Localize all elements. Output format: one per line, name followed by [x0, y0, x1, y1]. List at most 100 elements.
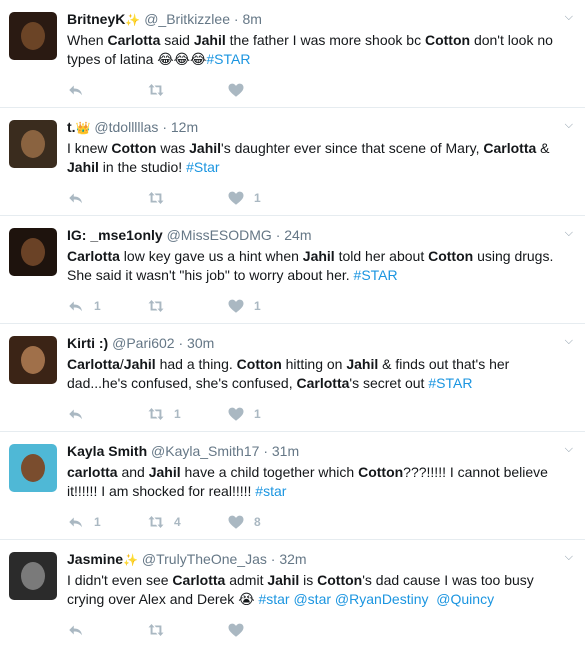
like-count: 1 — [254, 299, 261, 313]
text-segment: admit — [225, 572, 268, 588]
display-name[interactable]: Kirti :) — [67, 335, 108, 351]
retweet-button[interactable]: 4 — [147, 513, 227, 531]
reply-button[interactable] — [67, 189, 147, 207]
mention-link[interactable]: @Quincy — [436, 591, 494, 607]
tweet[interactable]: BritneyK✨ @_Britkizzlee · 8m ⌵ When Carl… — [0, 0, 585, 108]
like-button[interactable]: 1 — [227, 297, 307, 315]
avatar-face — [21, 454, 45, 482]
retweet-icon — [148, 624, 164, 636]
chevron-down-icon[interactable]: ⌵ — [565, 442, 573, 456]
user-handle[interactable]: @tdolllllas — [94, 119, 158, 135]
timestamp[interactable]: 8m — [242, 11, 261, 27]
user-handle[interactable]: @Kayla_Smith17 — [151, 443, 259, 459]
tweet-actions: 1 1 — [67, 289, 573, 323]
user-handle[interactable]: @MissESODMG — [167, 227, 272, 243]
dot-separator: · — [263, 443, 268, 459]
avatar[interactable] — [9, 336, 57, 384]
text-segment: I didn't even see — [67, 572, 173, 588]
tweet-text: carlotta and Jahil have a child together… — [67, 463, 573, 501]
display-name[interactable]: Jasmine — [67, 551, 123, 567]
reply-button[interactable]: 1 — [67, 513, 147, 531]
user-handle[interactable]: @TrulyTheOne_Jas — [142, 551, 267, 567]
tweet-text: I didn't even see Carlotta admit Jahil i… — [67, 571, 573, 609]
retweet-count: 4 — [174, 515, 181, 529]
highlighted-keyword: Jahil — [267, 572, 300, 588]
dot-separator: · — [178, 335, 184, 351]
highlighted-keyword: Carlotta — [296, 375, 350, 391]
retweet-icon — [148, 516, 164, 528]
timestamp[interactable]: 24m — [284, 227, 311, 243]
display-name[interactable]: t. — [67, 119, 76, 135]
display-name[interactable]: BritneyK — [67, 11, 125, 27]
text-segment: and — [117, 464, 149, 480]
name-badge: ✨ — [123, 553, 138, 567]
retweet-button[interactable]: 1 — [147, 405, 227, 423]
reply-icon — [69, 85, 82, 96]
hashtag-link[interactable]: #STAR — [428, 375, 472, 391]
text-segment: low key gave us a hint when — [119, 248, 303, 264]
avatar[interactable] — [9, 120, 57, 168]
tweet[interactable]: t.👑 @tdolllllas · 12m ⌵ I knew Cotton wa… — [0, 108, 585, 216]
tweet[interactable]: IG: _mse1only @MissESODMG · 24m ⌵ Carlot… — [0, 216, 585, 324]
hashtag-link[interactable]: #star — [255, 483, 286, 499]
reply-icon — [69, 517, 82, 528]
timestamp[interactable]: 12m — [171, 119, 198, 135]
display-name[interactable]: Kayla Smith — [67, 443, 147, 459]
reply-button[interactable] — [67, 81, 147, 99]
highlighted-keyword: carlotta — [67, 464, 118, 480]
timestamp[interactable]: 30m — [187, 335, 214, 351]
avatar[interactable] — [9, 12, 57, 60]
highlighted-keyword: Carlotta — [67, 356, 120, 372]
chevron-down-icon[interactable]: ⌵ — [565, 118, 573, 132]
user-handle[interactable]: @_Britkizzlee — [144, 11, 230, 27]
reply-button[interactable] — [67, 621, 147, 639]
avatar-face — [21, 562, 45, 590]
hashtag-link[interactable]: #STAR — [354, 267, 398, 283]
avatar[interactable] — [9, 552, 57, 600]
avatar[interactable] — [9, 228, 57, 276]
user-handle[interactable]: @Pari602 — [112, 335, 174, 351]
text-segment: & — [536, 140, 554, 156]
tweet-actions — [67, 73, 573, 107]
tweet-text: Carlotta low key gave us a hint when Jah… — [67, 247, 573, 285]
text-segment: in the studio! — [98, 159, 187, 175]
hashtag-link[interactable]: #STAR — [206, 51, 250, 67]
reply-button[interactable] — [67, 405, 147, 423]
name-badge: 👑 — [75, 121, 91, 135]
retweet-button[interactable] — [147, 81, 227, 99]
retweet-button[interactable] — [147, 189, 227, 207]
tweet[interactable]: Jasmine✨ @TrulyTheOne_Jas · 32m ⌵ I didn… — [0, 540, 585, 647]
highlighted-keyword: Cotton — [317, 572, 363, 588]
reply-icon — [69, 193, 82, 204]
chevron-down-icon[interactable]: ⌵ — [565, 334, 573, 348]
like-button[interactable]: 8 — [227, 513, 307, 531]
chevron-down-icon[interactable]: ⌵ — [565, 226, 573, 240]
chevron-down-icon[interactable]: ⌵ — [565, 550, 573, 564]
retweet-button[interactable] — [147, 297, 227, 315]
mention-link[interactable]: @star — [293, 591, 331, 607]
hashtag-link[interactable]: #Star — [186, 159, 219, 175]
text-segment: When — [67, 32, 108, 48]
hashtag-link[interactable]: #star — [258, 591, 289, 607]
heart-icon — [228, 299, 244, 313]
mention-link[interactable]: @RyanDestiny — [335, 591, 429, 607]
display-name[interactable]: IG: _mse1only — [67, 227, 163, 243]
like-button[interactable] — [227, 621, 307, 639]
tweet-header: IG: _mse1only @MissESODMG · 24m — [67, 226, 573, 245]
retweet-button[interactable] — [147, 621, 227, 639]
tweet[interactable]: Kayla Smith @Kayla_Smith17 · 31m ⌵ carlo… — [0, 432, 585, 540]
timestamp[interactable]: 32m — [279, 551, 306, 567]
avatar[interactable] — [9, 444, 57, 492]
tweet-actions: 1 1 — [67, 397, 573, 431]
reply-button[interactable]: 1 — [67, 297, 147, 315]
chevron-down-icon[interactable]: ⌵ — [565, 10, 573, 24]
tweet[interactable]: Kirti :) @Pari602 · 30m ⌵ Carlotta/Jahil… — [0, 324, 585, 432]
dot-separator: · — [233, 11, 239, 27]
retweet-icon — [148, 84, 164, 96]
retweet-icon — [148, 300, 164, 312]
like-button[interactable] — [227, 81, 307, 99]
like-button[interactable]: 1 — [227, 405, 307, 423]
timestamp[interactable]: 31m — [272, 443, 299, 459]
like-button[interactable]: 1 — [227, 189, 307, 207]
heart-icon — [228, 623, 244, 637]
